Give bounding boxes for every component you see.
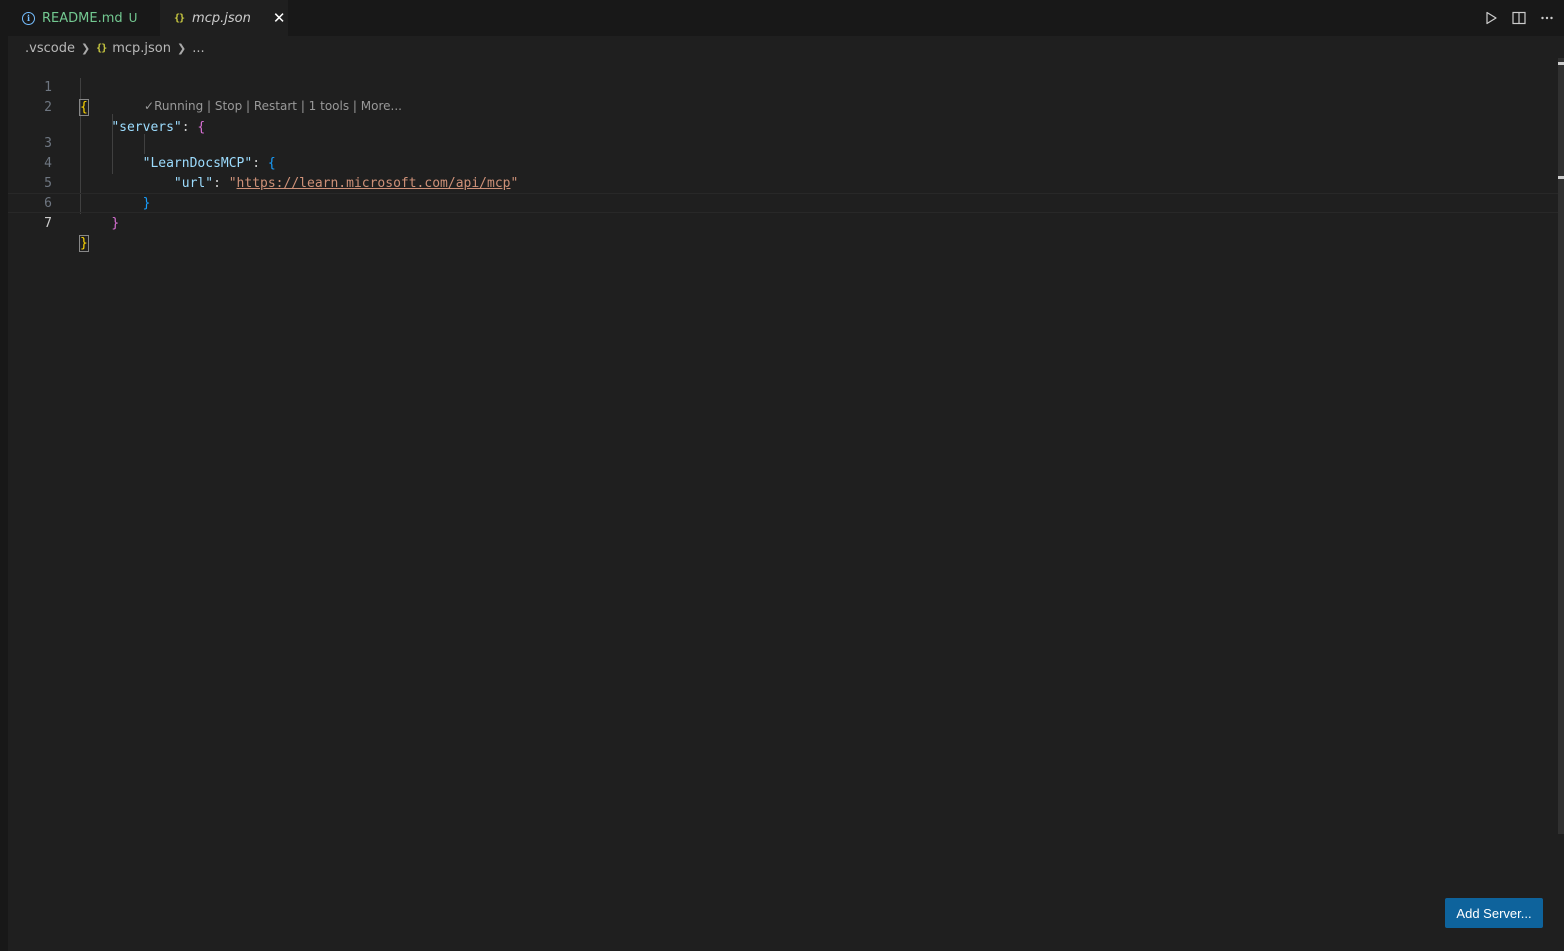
vertical-scrollbar[interactable] — [1558, 58, 1564, 834]
activity-edge — [0, 0, 8, 951]
scroll-marker — [1558, 176, 1564, 179]
breadcrumb-file[interactable]: mcp.json — [112, 41, 171, 56]
ellipsis-icon[interactable] — [1540, 11, 1554, 25]
tab-readme[interactable]: i README.md U — [8, 0, 160, 36]
braces-icon: {} — [96, 42, 107, 54]
breadcrumb-more[interactable]: ... — [192, 41, 204, 56]
untracked-badge: U — [128, 11, 138, 25]
check-icon: ✓ — [144, 99, 155, 113]
breadcrumb-folder[interactable]: .vscode — [25, 41, 75, 56]
mcp-server-codelens: ✓Running | Stop | Restart | 1 tools | Mo… — [144, 98, 402, 114]
split-editor-icon[interactable] — [1512, 11, 1526, 25]
code-line: 5 } — [8, 154, 1558, 211]
tab-bar: i README.md U {} mcp.json ✕ — [8, 0, 1564, 36]
codelens-separator: | — [203, 99, 215, 113]
codelens-more[interactable]: More... — [361, 99, 402, 113]
bracket: } — [79, 235, 89, 252]
codelens-separator: | — [242, 99, 254, 113]
codelens-stop[interactable]: Stop — [215, 99, 242, 113]
editor-actions — [1484, 0, 1554, 36]
codelens-separator: | — [349, 99, 361, 113]
code-line: 1 { — [8, 58, 1558, 116]
bracket: { — [79, 99, 89, 116]
code-line-current: 7 } — [8, 193, 1558, 252]
codelens-restart[interactable]: Restart — [254, 99, 297, 113]
tab-mcp-json-label: mcp.json — [192, 10, 251, 26]
scroll-marker — [1558, 62, 1564, 65]
chevron-right-icon: ❯ — [177, 41, 187, 55]
chevron-right-icon: ❯ — [80, 41, 91, 55]
close-icon[interactable]: ✕ — [273, 10, 286, 26]
code-line: 4 "url": "https://learn.microsoft.com/ap… — [8, 134, 1558, 191]
line-number: 7 — [44, 216, 52, 231]
code-line: 3 "LearnDocsMCP": { — [8, 114, 1558, 171]
tab-readme-label: README.md — [42, 10, 123, 26]
bracket: } — [111, 216, 120, 231]
codelens-running[interactable]: Running — [154, 99, 203, 113]
breadcrumb: .vscode ❯ {} mcp.json ❯ ... — [25, 38, 205, 58]
play-icon[interactable] — [1484, 11, 1498, 25]
code-line: 6 } — [8, 174, 1558, 231]
info-icon: i — [22, 11, 35, 25]
codelens-tools[interactable]: 1 tools — [309, 99, 349, 113]
code-line: 2 "servers": { — [8, 78, 1558, 135]
code-editor[interactable]: 1 { 2 "servers": { ✓Running | Stop | Res… — [8, 58, 1558, 951]
codelens-separator: | — [297, 99, 309, 113]
add-server-button[interactable]: Add Server... — [1445, 898, 1543, 928]
braces-icon: {} — [174, 12, 185, 24]
tab-mcp-json[interactable]: {} mcp.json ✕ — [160, 0, 288, 36]
editor-window: i README.md U {} mcp.json ✕ .vscode ❯ {}… — [0, 0, 1564, 951]
